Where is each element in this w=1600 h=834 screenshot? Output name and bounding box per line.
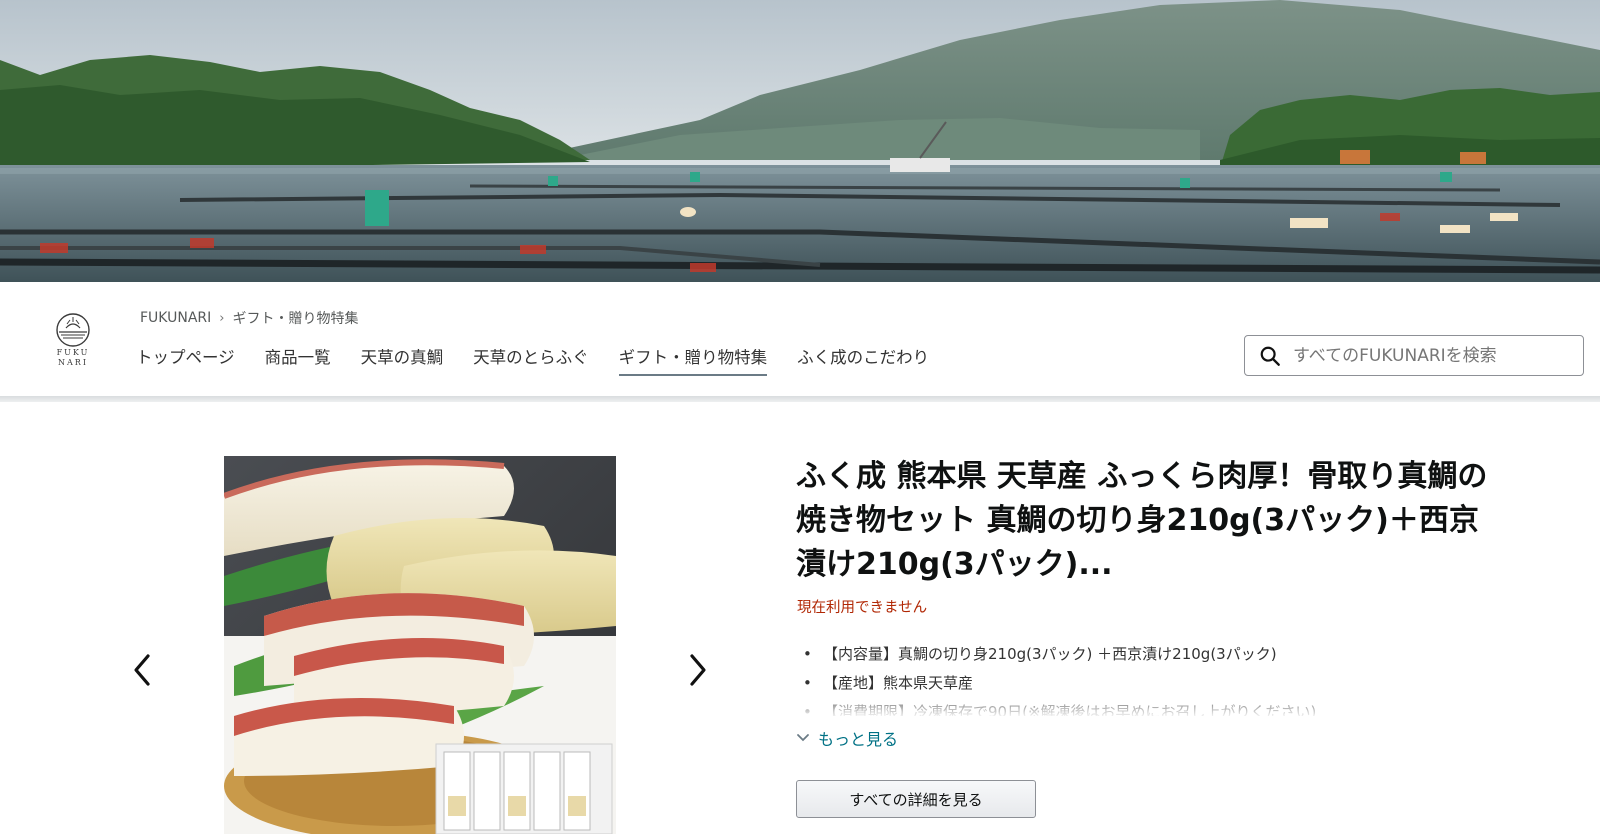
- search-input[interactable]: [1293, 345, 1563, 366]
- breadcrumb: FUKUNARI › ギフト・贈り物特集: [140, 308, 358, 328]
- nav-item-commitment[interactable]: ふく成のこだわり: [797, 344, 929, 376]
- chevron-right-icon: [690, 654, 706, 686]
- chevron-down-icon: [797, 734, 809, 742]
- nav-item-products[interactable]: 商品一覧: [265, 344, 331, 376]
- availability-status: 現在利用できません: [797, 600, 928, 616]
- store-search[interactable]: [1244, 335, 1584, 376]
- hero-image: [0, 0, 1600, 282]
- hero-banner: [0, 0, 1600, 282]
- breadcrumb-separator-icon: ›: [219, 310, 225, 326]
- feature-bullet-expiry: 【消費期限】冷凍保存で90日(※解凍後はお早めにお召し上がりください): [797, 698, 1517, 716]
- product-photo: [224, 456, 616, 834]
- product-title: ふく成 熊本県 天草産 ふっくら肉厚！骨取り真鯛の焼き物セット 真鯛の切り身21…: [796, 459, 1488, 582]
- fish-logo-icon: [56, 313, 90, 347]
- nav-item-madai[interactable]: 天草の真鯛: [361, 344, 444, 376]
- breadcrumb-item-store[interactable]: FUKUNARI: [140, 310, 211, 326]
- logo-text-line2: NARI: [58, 358, 88, 367]
- logo-text-line1: FUKU: [56, 348, 90, 357]
- search-icon[interactable]: [1259, 345, 1281, 367]
- logo-text: FUKU NARI: [46, 348, 100, 368]
- nav-item-torafugu[interactable]: 天草のとらふぐ: [473, 344, 589, 376]
- store-header: FUKU NARI FUKUNARI › ギフト・贈り物特集 トップページ 商品…: [0, 282, 1600, 396]
- feature-bullets: 【内容量】真鯛の切り身210g(3パック) ＋西京漬け210g(3パック) 【産…: [797, 640, 1517, 716]
- product-image[interactable]: [224, 456, 616, 834]
- store-nav: トップページ 商品一覧 天草の真鯛 天草のとらふぐ ギフト・贈り物特集 ふく成の…: [136, 344, 959, 376]
- see-more-link[interactable]: もっと見る: [796, 726, 898, 750]
- feature-bullet-origin: 【産地】熊本県天草産: [797, 669, 1517, 698]
- chevron-left-icon: [134, 654, 150, 686]
- breadcrumb-item-current[interactable]: ギフト・贈り物特集: [232, 308, 358, 328]
- carousel-next-button[interactable]: [682, 650, 712, 690]
- nav-item-top[interactable]: トップページ: [136, 344, 235, 376]
- nav-item-gift[interactable]: ギフト・贈り物特集: [618, 344, 768, 376]
- feature-bullet-contents: 【内容量】真鯛の切り身210g(3パック) ＋西京漬け210g(3パック): [797, 640, 1517, 669]
- header-divider: [0, 396, 1600, 402]
- see-more-label: もっと見る: [818, 730, 899, 749]
- carousel-prev-button[interactable]: [128, 650, 158, 690]
- brand-logo[interactable]: FUKU NARI: [46, 310, 100, 374]
- see-all-details-button[interactable]: すべての詳細を見る: [796, 780, 1036, 818]
